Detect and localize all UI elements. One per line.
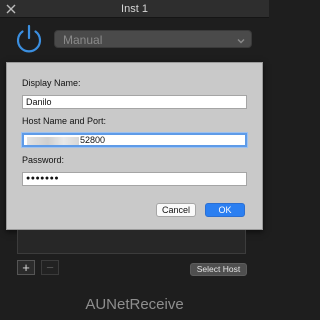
mode-select-value: Manual	[63, 33, 103, 47]
app-name: AUNetReceive	[85, 296, 184, 313]
mode-select[interactable]: Manual	[54, 30, 252, 48]
power-icon[interactable]	[12, 22, 46, 56]
host-list[interactable]	[17, 230, 246, 254]
minus-icon: −	[46, 260, 54, 275]
plus-icon: +	[22, 260, 30, 275]
redacted-host	[27, 136, 79, 145]
host-dialog: Display Name: Danilo Host Name and Port:…	[6, 62, 263, 230]
cancel-button[interactable]: Cancel	[156, 203, 196, 217]
window-title: Inst 1	[121, 3, 148, 15]
host-port-field[interactable]: 52800	[22, 133, 247, 147]
host-port-label: Host Name and Port:	[22, 116, 107, 126]
ok-button[interactable]: OK	[205, 203, 245, 217]
add-host-button[interactable]: +	[17, 260, 35, 275]
password-mask: ●●●●●●●	[26, 175, 60, 182]
title-bar: Inst 1	[0, 0, 269, 18]
display-name-field[interactable]: Danilo	[22, 95, 247, 109]
select-host-button[interactable]: Select Host	[190, 263, 247, 276]
password-label: Password:	[22, 155, 65, 165]
chevron-down-icon	[235, 34, 247, 46]
host-port-value: 52800	[80, 135, 106, 145]
display-name-label: Display Name:	[22, 78, 81, 88]
remove-host-button[interactable]: −	[41, 260, 59, 275]
display-name-value: Danilo	[26, 97, 52, 107]
password-field[interactable]: ●●●●●●●	[22, 172, 247, 186]
